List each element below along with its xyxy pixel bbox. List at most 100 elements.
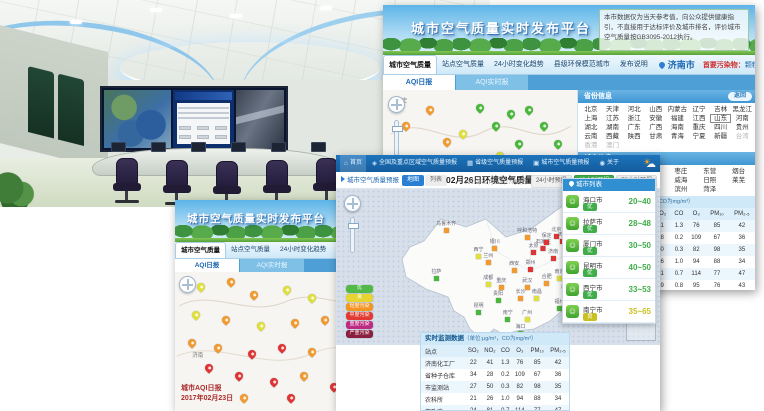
city-marker[interactable]: 兰州	[483, 252, 493, 265]
city-marker[interactable]: 广州	[522, 309, 532, 322]
city-marker[interactable]: 南昌	[532, 288, 542, 301]
tab-aqi-realtime[interactable]: AQI实时报	[240, 259, 304, 272]
city-forecast-row[interactable]: ☺南宁市良35~65	[563, 301, 655, 323]
city-marker[interactable]: 南宁	[503, 309, 513, 322]
city-marker[interactable]: 保定	[542, 232, 552, 245]
region-江西[interactable]: 江西	[688, 114, 710, 123]
current-city[interactable]: 济南市	[659, 58, 695, 71]
region-新疆[interactable]: 新疆	[710, 132, 732, 141]
region-湖北[interactable]: 湖北	[580, 123, 602, 132]
region-山东[interactable]: 山东	[710, 114, 732, 123]
region-内蒙古[interactable]: 内蒙古	[667, 105, 689, 114]
forecast-nav-item-0[interactable]: ⌂首页	[340, 155, 366, 172]
map-zoom-slider[interactable]	[394, 120, 399, 156]
forecast-nav-item-2[interactable]: ▦省级空气质量预报	[463, 155, 527, 172]
map-pan-control[interactable]	[344, 195, 361, 212]
region-安徽[interactable]: 安徽	[645, 114, 667, 123]
region-日照[interactable]: 日照	[695, 176, 724, 185]
region-黑龙江[interactable]: 黑龙江	[731, 105, 753, 114]
region-宁夏[interactable]: 宁夏	[688, 132, 710, 141]
region-香港[interactable]: 香港	[580, 141, 602, 150]
region-西藏[interactable]: 西藏	[602, 132, 624, 141]
city-marker[interactable]: 合肥	[542, 273, 552, 286]
region-云南[interactable]: 云南	[580, 132, 602, 141]
city-forecast-row[interactable]: ☺昆明市优40~50	[563, 257, 655, 279]
city-marker[interactable]: 拉萨	[431, 268, 441, 281]
region-福建[interactable]: 福建	[667, 114, 689, 123]
region-广东[interactable]: 广东	[623, 123, 645, 132]
region-辽宁[interactable]: 辽宁	[688, 105, 710, 114]
region-河北[interactable]: 河北	[623, 105, 645, 114]
city-marker[interactable]: 西宁	[474, 246, 484, 259]
nav-tab-3[interactable]: 县级环保模范城市	[549, 55, 615, 75]
city-forecast-row[interactable]: ☺西宁市优33~53	[563, 279, 655, 301]
region-菏泽[interactable]: 菏泽	[695, 185, 724, 194]
region-广西[interactable]: 广西	[645, 123, 667, 132]
region-山西[interactable]: 山西	[645, 105, 667, 114]
column-header: CO	[498, 345, 512, 357]
region-浙江[interactable]: 浙江	[623, 114, 645, 123]
region-北京[interactable]: 北京	[580, 105, 602, 114]
nav-tab-1[interactable]: 站点空气质量	[437, 55, 489, 75]
map-zoom-slider[interactable]	[350, 217, 355, 253]
region-天津[interactable]: 天津	[602, 105, 624, 114]
tab-aqi-daily[interactable]: AQI日报	[383, 75, 455, 90]
city-marker[interactable]: 武汉	[522, 277, 532, 290]
city-marker[interactable]: 西安	[509, 260, 519, 273]
city-marker[interactable]: 贵阳	[493, 290, 503, 303]
region-台湾[interactable]: 台湾	[731, 132, 753, 141]
region-海南[interactable]: 海南	[667, 123, 689, 132]
region-甘肃[interactable]: 甘肃	[645, 132, 667, 141]
city-marker[interactable]: 重庆	[496, 277, 506, 290]
aqi-face-icon: ☺	[566, 261, 579, 274]
region-陕西[interactable]: 陕西	[623, 132, 645, 141]
back-button[interactable]: 返回	[728, 92, 752, 101]
nav-tab-0[interactable]: 城市空气质量	[383, 55, 437, 75]
cell: 81	[482, 405, 499, 411]
nav-tab-1[interactable]: 站点空气质量	[226, 242, 275, 259]
region-四川[interactable]: 四川	[710, 123, 732, 132]
nav-tab-2[interactable]: 24小时变化趋势	[489, 55, 549, 75]
region-青海[interactable]: 青海	[667, 132, 689, 141]
city-marker[interactable]: 郑州	[525, 259, 535, 272]
city-marker[interactable]: 成都	[483, 274, 493, 287]
forecast-nav-item-3[interactable]: ▣城市空气质量预报	[529, 155, 593, 172]
nav_city-icon: ▣	[533, 155, 539, 172]
city-marker[interactable]: 济南	[548, 248, 558, 261]
city-forecast-row[interactable]: ☺厦门市优30~50	[563, 235, 655, 257]
region-枣庄[interactable]: 枣庄	[667, 167, 696, 176]
cell: 34	[465, 369, 481, 381]
tab-aqi-daily[interactable]: AQI日报	[175, 259, 239, 272]
nav-tab-0[interactable]: 城市空气质量	[175, 242, 226, 259]
region-滨州[interactable]: 滨州	[667, 185, 696, 194]
city-forecast-row[interactable]: ☺海口市优20~40	[563, 191, 655, 213]
city-marker[interactable]: 昆明	[474, 302, 484, 315]
map-pan-control[interactable]	[388, 96, 405, 113]
map-city-label: 济南	[192, 351, 203, 359]
region-吉林[interactable]: 吉林	[710, 105, 732, 114]
region-烟台[interactable]: 烟台	[724, 167, 753, 176]
region-上海[interactable]: 上海	[580, 114, 602, 123]
marker-square	[505, 317, 510, 322]
city-marker[interactable]: 呼和浩特	[517, 227, 537, 240]
tab-aqi-realtime[interactable]: AQI实时报	[456, 75, 528, 90]
weather-widget[interactable]: ☀☁	[640, 158, 656, 170]
region-贵州[interactable]: 贵州	[731, 123, 753, 132]
region-江苏[interactable]: 江苏	[602, 114, 624, 123]
forecast-nav-item-1[interactable]: ◈全国及重点区域空气质量预报	[368, 155, 461, 172]
region-湖南[interactable]: 湖南	[602, 123, 624, 132]
region-东营[interactable]: 东营	[695, 167, 724, 176]
region-威海[interactable]: 威海	[667, 176, 696, 185]
city-forecast-row[interactable]: ☺拉萨市优28~48	[563, 213, 655, 235]
region-澳门[interactable]: 澳门	[602, 141, 624, 150]
region-莱芜[interactable]: 莱芜	[724, 176, 753, 185]
nav-tab-4[interactable]: 发布说明	[615, 55, 653, 75]
forecast-nav-item-4[interactable]: ◉关于	[595, 155, 623, 172]
city-marker[interactable]: 银川	[490, 238, 500, 251]
city-marker[interactable]: 乌鲁木齐	[436, 220, 456, 233]
cell: 47	[547, 405, 569, 411]
region-重庆[interactable]: 重庆	[688, 123, 710, 132]
region-河南[interactable]: 河南	[731, 114, 753, 123]
nav-tab-2[interactable]: 24小时变化趋势	[275, 242, 331, 259]
map-pan-control[interactable]	[179, 276, 196, 293]
